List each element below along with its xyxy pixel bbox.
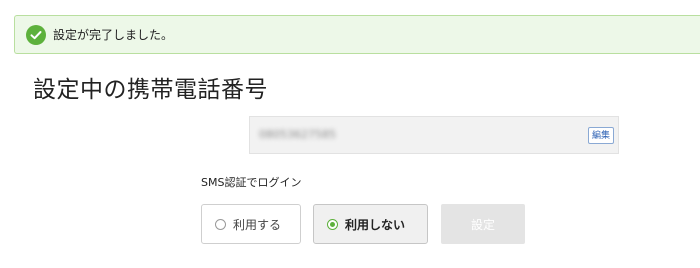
- radio-option-not-use[interactable]: 利用しない: [313, 204, 428, 244]
- submit-button[interactable]: 設定: [441, 204, 525, 244]
- radio-option-use-label: 利用する: [233, 217, 282, 232]
- page-title: 設定中の携帯電話番号: [33, 77, 268, 103]
- radio-checked-icon[interactable]: [327, 218, 338, 230]
- phone-number-box: 08053627585 編集: [249, 116, 619, 154]
- radio-option-use[interactable]: 利用する: [201, 204, 301, 244]
- check-circle-icon: [26, 25, 46, 45]
- sms-login-label: SMS認証でログイン: [201, 176, 302, 189]
- radio-unchecked-icon[interactable]: [215, 218, 226, 230]
- success-message: 設定が完了しました。: [53, 28, 174, 42]
- success-banner: 設定が完了しました。: [14, 15, 700, 54]
- radio-option-not-use-label: 利用しない: [345, 217, 406, 232]
- phone-number-value: 08053627585: [259, 128, 336, 141]
- edit-button[interactable]: 編集: [587, 127, 614, 144]
